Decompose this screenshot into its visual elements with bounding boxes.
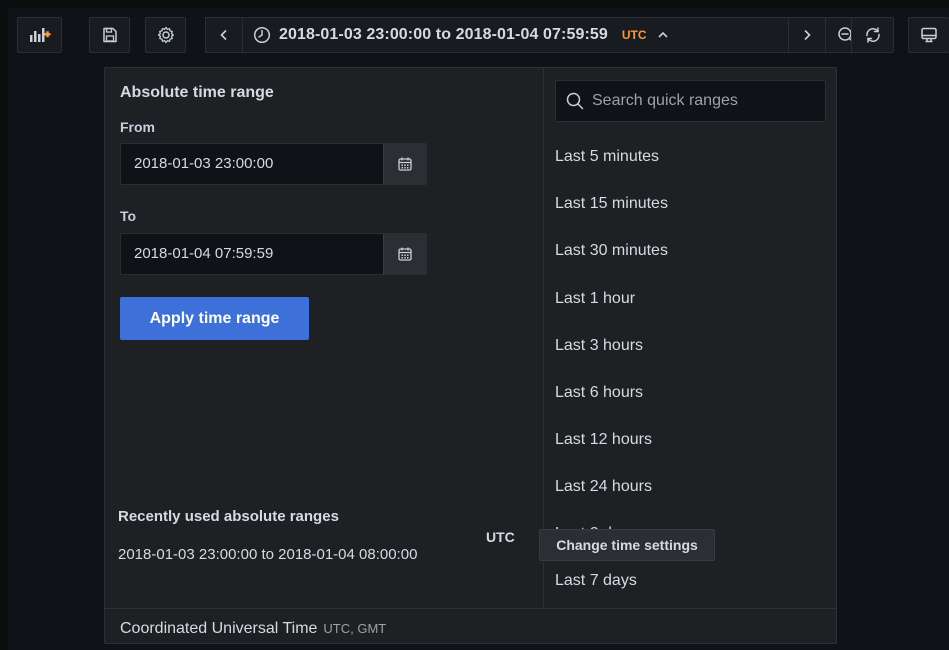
time-shift-back-button[interactable] xyxy=(205,17,243,53)
quick-range-item[interactable]: Last 15 minutes xyxy=(555,195,668,213)
refresh-button[interactable] xyxy=(851,17,894,53)
quick-range-search[interactable] xyxy=(555,80,826,122)
calendar-icon xyxy=(398,247,412,261)
refresh-icon xyxy=(865,27,880,43)
save-dashboard-button[interactable] xyxy=(89,17,130,53)
from-calendar-button[interactable] xyxy=(383,144,426,184)
to-field[interactable]: 2018-01-04 07:59:59 xyxy=(120,233,427,275)
view-mode-button[interactable] xyxy=(908,17,949,53)
from-label: From xyxy=(120,119,155,135)
quick-range-item[interactable]: Last 24 hours xyxy=(555,478,652,496)
quick-range-item[interactable]: Last 7 days xyxy=(555,572,637,590)
time-range-text: 2018-01-03 23:00:00 to 2018-01-04 07:59:… xyxy=(279,26,608,43)
timezone-badge: UTC xyxy=(621,28,647,42)
gear-icon xyxy=(157,26,174,44)
quick-range-item[interactable]: Last 12 hours xyxy=(555,431,652,449)
quick-range-item[interactable]: Last 30 minutes xyxy=(555,242,668,260)
quick-ranges-panel: Last 5 minutes Last 15 minutes Last 30 m… xyxy=(544,68,837,608)
quick-range-item[interactable]: Last 6 hours xyxy=(555,384,643,402)
timezone-name: Coordinated Universal Time xyxy=(120,620,318,637)
time-range-control: 2018-01-03 23:00:00 to 2018-01-04 07:59:… xyxy=(205,17,866,53)
tv-icon xyxy=(921,27,937,43)
to-input[interactable]: 2018-01-04 07:59:59 xyxy=(121,234,383,274)
search-input[interactable] xyxy=(592,92,812,110)
to-calendar-button[interactable] xyxy=(383,234,426,274)
quick-range-item[interactable]: Last 1 hour xyxy=(555,290,635,308)
time-picker-popover: Absolute time range From 2018-01-03 23:0… xyxy=(104,67,837,644)
dashboard-settings-button[interactable] xyxy=(145,17,186,53)
change-time-settings-button[interactable]: Change time settings xyxy=(539,529,715,561)
timezone-footer: Coordinated Universal Time UTC, GMT xyxy=(105,608,836,643)
quick-range-item[interactable]: Last 5 minutes xyxy=(555,148,659,166)
timezone-label: Coordinated Universal Time UTC, GMT xyxy=(120,620,386,638)
time-shift-forward-button[interactable] xyxy=(788,17,826,53)
absolute-range-title: Absolute time range xyxy=(120,84,274,101)
footer-utc-badge: UTC xyxy=(486,529,515,545)
add-panel-button[interactable] xyxy=(17,17,62,53)
apply-time-range-button[interactable]: Apply time range xyxy=(120,297,309,340)
save-icon xyxy=(102,27,117,43)
clock-icon xyxy=(253,26,271,44)
from-field[interactable]: 2018-01-03 23:00:00 xyxy=(120,143,427,185)
absolute-range-panel: Absolute time range From 2018-01-03 23:0… xyxy=(105,68,543,608)
to-label: To xyxy=(120,208,137,224)
from-input[interactable]: 2018-01-03 23:00:00 xyxy=(121,144,383,184)
quick-range-item[interactable]: Last 3 hours xyxy=(555,337,643,355)
search-icon xyxy=(566,92,584,110)
chevron-left-icon xyxy=(220,29,227,41)
timezone-abbreviations: UTC, GMT xyxy=(323,621,387,636)
calendar-icon xyxy=(398,157,412,171)
chevron-right-icon xyxy=(804,29,811,41)
recent-range-item[interactable]: 2018-01-03 23:00:00 to 2018-01-04 08:00:… xyxy=(118,546,417,563)
recent-ranges-title: Recently used absolute ranges xyxy=(118,508,339,525)
add-panel-icon xyxy=(29,28,50,42)
chevron-up-icon xyxy=(657,31,668,38)
time-range-picker-button[interactable]: 2018-01-03 23:00:00 to 2018-01-04 07:59:… xyxy=(243,17,788,53)
